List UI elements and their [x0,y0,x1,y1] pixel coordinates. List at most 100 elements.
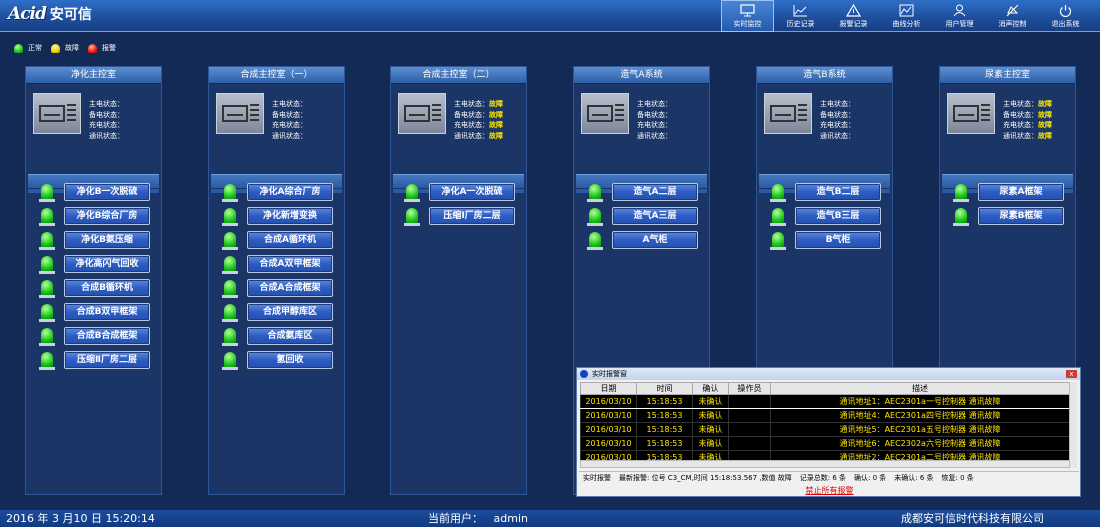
status-line-charge: 充电状态：故障 [1003,121,1052,129]
detector-button[interactable]: 造气A二层 [612,183,698,201]
detector-button[interactable]: 压缩Ⅱ厂房二层 [64,351,150,369]
detector-button[interactable]: 合成B双甲框架 [64,303,150,321]
column-header[interactable]: 确认 [692,382,729,395]
table-row[interactable]: 2016/03/10 15:18:53 未确认 通讯地址1：AEC2301a一号控制器… [580,394,1070,409]
status-value: 故障 [489,100,503,108]
detector-button[interactable]: 造气B二层 [795,183,881,201]
green-lamp-icon [222,304,238,322]
table-row[interactable]: 2016/03/10 15:18:53 未确认 通讯地址4：AEC2301a四号控制器… [580,408,1070,423]
controller-device-icon [947,93,995,134]
alarm-window-titlebar[interactable]: 实时报警窗 x [577,368,1080,380]
detector-item: 合成B双甲框架 [39,303,150,322]
nav-alarm-records[interactable]: 报警记录 [827,0,880,32]
horizontal-scrollbar[interactable] [580,460,1070,468]
green-lamp-icon [222,208,238,226]
detector-button[interactable]: 压缩Ⅰ厂房二层 [429,207,515,225]
green-lamp-icon [953,184,969,202]
table-cell: 15:18:53 [636,436,693,451]
controller-device-icon [398,93,446,134]
warning-icon [846,3,861,17]
controller-device-icon [216,93,264,134]
panel-status: 主电状态： 备电状态： 充电状态： 通讯状态： [757,84,892,148]
table-cell: 2016/03/10 [580,408,637,423]
logo-text: 安可信 [49,7,92,23]
realtime-alarm-window[interactable]: 实时报警窗 x 日期 时间 确认 操作员 描述 2016/03/10 15:18:53 未确… [576,367,1081,497]
green-lamp-icon [222,352,238,370]
detector-item: 净化B综合厂房 [39,207,150,226]
detector-button[interactable]: 净化B一次脱硫 [64,183,150,201]
status-value: 故障 [489,131,503,140]
nav-exit[interactable]: 退出系统 [1039,0,1092,32]
detector-button[interactable]: 净化A综合厂房 [247,183,333,201]
detector-button[interactable]: 造气B三层 [795,207,881,225]
detector-item: 净化B氨压缩 [39,231,150,250]
detector-button[interactable]: 合成甲醇库区 [247,303,333,321]
red-lamp-icon [88,43,97,53]
table-cell: 15:18:53 [636,394,693,409]
status-line-comm: 通讯状态： [89,131,124,140]
status-line-main_power: 主电状态：故障 [1003,100,1052,108]
nav-curve-analysis[interactable]: 曲线分析 [880,0,933,32]
status-line-comm: 通讯状态： [637,131,672,140]
disable-all-alarms-link[interactable]: 禁止所有报警 [577,485,1082,496]
status-value: 故障 [489,110,503,119]
detector-button[interactable]: 氢回收 [247,351,333,369]
nav-mute-control[interactable]: 消声控制 [986,0,1039,32]
detector-button[interactable]: A气柜 [612,231,698,249]
green-lamp-icon [39,352,55,370]
detector-button[interactable]: 尿素B框架 [978,207,1064,225]
detector-button[interactable]: 合成B合成框架 [64,327,150,345]
column-header[interactable]: 时间 [636,382,693,395]
green-lamp-icon [404,208,420,226]
detector-button[interactable]: 净化B综合厂房 [64,207,150,225]
detector-item: 造气A二层 [587,183,698,202]
status-line-main_power: 主电状态： [820,100,855,108]
status-bar-field: 确认: 0 条 [854,474,887,482]
green-lamp-icon [587,232,603,250]
table-cell: 通讯地址4：AEC2301a四号控制器 通讯故障 [770,408,1070,423]
current-user: 当前用户： admin [428,510,528,527]
status-lines: 主电状态： 备电状态： 充电状态： 通讯状态： [820,99,855,141]
table-cell: 未确认 [692,408,729,423]
green-lamp-icon [770,184,786,202]
detector-button[interactable]: 合成B循环机 [64,279,150,297]
green-lamp-icon [222,184,238,202]
detector-button[interactable]: B气柜 [795,231,881,249]
detector-button[interactable]: 合成A合成框架 [247,279,333,297]
detector-button[interactable]: 净化高闪气回收 [64,255,150,273]
detector-button[interactable]: 净化B氨压缩 [64,231,150,249]
status-bar-field: 最新报警: 位号 C3_CM,时间 15:18:53.567 ,数值 故障 [619,474,792,482]
column-header[interactable]: 日期 [580,382,637,395]
table-cell: 未确认 [692,422,729,437]
detector-button[interactable]: 合成A双甲框架 [247,255,333,273]
detector-button[interactable]: 合成A循环机 [247,231,333,249]
controller-device-icon [764,93,812,134]
detector-button[interactable]: 尿素A框架 [978,183,1064,201]
detector-button[interactable]: 净化A一次脱硫 [429,183,515,201]
table-cell: 未确认 [692,436,729,451]
detector-button[interactable]: 合成氨库区 [247,327,333,345]
close-button[interactable]: x [1066,370,1077,378]
column-header[interactable]: 操作员 [728,382,771,395]
detector-button[interactable]: 净化新增变换 [247,207,333,225]
table-row[interactable]: 2016/03/10 15:18:53 未确认 通讯地址5：AEC2301a五号控制器… [580,422,1070,437]
status-bar-field: 未确认: 6 条 [894,474,934,482]
status-bar-field: 实时报警 [583,474,611,482]
nav-user-management[interactable]: 用户管理 [933,0,986,32]
control-room-panel: 净化主控室 主电状态： 备电状态： 充电状态： 通讯状态： 净化B一次脱硫 净化B综合… [25,66,162,495]
status-line-backup_power: 备电状态： [637,110,672,119]
detector-item: 尿素B框架 [953,207,1064,226]
table-cell [728,436,771,451]
column-header[interactable]: 描述 [770,382,1070,395]
status-footer: 2016 年 3 月10 日 15:20:14 当前用户： admin 成都安可… [0,510,1100,527]
table-row[interactable]: 2016/03/10 15:18:53 未确认 通讯地址6：AEC2302a六号控制器… [580,436,1070,451]
alarm-table: 日期 时间 确认 操作员 描述 2016/03/10 15:18:53 未确认 通讯地址1：A… [580,382,1070,465]
table-cell: 2016/03/10 [580,422,637,437]
detector-button[interactable]: 造气A三层 [612,207,698,225]
vertical-scrollbar[interactable] [1069,382,1077,468]
green-lamp-icon [14,43,23,53]
nav-realtime-monitor[interactable]: 实时监控 [721,0,774,32]
panel-title: 尿素主控室 [940,67,1075,84]
green-lamp-icon [222,280,238,298]
nav-history[interactable]: 历史记录 [774,0,827,32]
